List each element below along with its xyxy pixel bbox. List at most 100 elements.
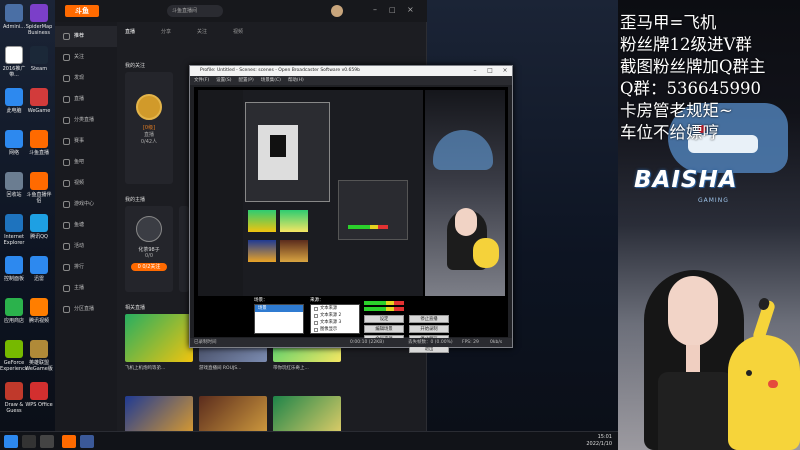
desktop-icon[interactable]: GeForce Experience xyxy=(0,338,28,384)
sidebar-item[interactable]: 鱼吧 xyxy=(55,152,117,173)
source-item[interactable]: 图像显示 xyxy=(311,326,359,333)
overlay-line: Q群：536645990 xyxy=(620,79,762,98)
desktop-icon[interactable]: 迅雷 xyxy=(25,254,53,300)
anchor-card[interactable]: [0级] 直播 0/42人 xyxy=(125,72,173,184)
minimize-icon[interactable]: – xyxy=(373,5,383,15)
sidebar-item[interactable]: 分区直播 xyxy=(55,299,117,320)
app-icon xyxy=(30,172,48,190)
obs-statusbar: 已录制时间 0:00:10 (22KB) 丢失帧数：0 (0.00%) FPS:… xyxy=(190,338,512,347)
taskbar-douyu[interactable] xyxy=(62,435,76,448)
menu-item[interactable]: 文件(F) xyxy=(194,76,209,85)
desktop-icon-label: WPS Office xyxy=(25,402,53,408)
tab[interactable]: 直播 xyxy=(125,28,135,35)
source-checkbox[interactable] xyxy=(314,306,318,311)
sidebar-item-label: 鱼塘 xyxy=(74,222,85,228)
nav-icon xyxy=(63,75,70,82)
app-icon xyxy=(5,382,23,400)
tab[interactable]: 视频 xyxy=(233,28,243,35)
desktop-icon[interactable]: 控制面板 xyxy=(0,254,28,300)
menu-item[interactable]: 设置(S) xyxy=(216,76,231,85)
source-checkbox[interactable] xyxy=(314,327,318,332)
desktop-icon[interactable]: 腾讯QQ xyxy=(25,212,53,258)
desktop-icon[interactable]: Draw & Guess xyxy=(0,380,28,426)
desktop-icon[interactable]: 斗鱼直播伴侣 xyxy=(25,170,53,216)
source-label: 文本来源 xyxy=(320,306,338,311)
audio-meter-mic xyxy=(364,301,404,305)
obs-button[interactable]: 设定 xyxy=(364,315,404,323)
nav-icon xyxy=(63,159,70,166)
nav-icon xyxy=(63,138,70,145)
desktop-icon[interactable]: 网络 xyxy=(0,128,28,174)
taskbar: 15:01 2022/1/10 xyxy=(0,431,618,450)
obs-button[interactable]: 停止直播 xyxy=(409,315,449,323)
maximize-icon[interactable]: □ xyxy=(483,66,497,76)
sidebar-item[interactable]: 关注 xyxy=(55,47,117,68)
scenes-list[interactable]: 场景 xyxy=(254,304,304,334)
sidebar-item-label: 主播 xyxy=(74,285,85,291)
close-icon[interactable]: × xyxy=(498,66,512,76)
app-icon xyxy=(5,130,23,148)
maximize-icon[interactable]: □ xyxy=(389,5,399,15)
source-item[interactable]: 文本来源 3 xyxy=(311,319,359,326)
avatar[interactable] xyxy=(331,5,343,17)
start-button[interactable] xyxy=(4,435,18,448)
dropped-frames: 丢失帧数：0 (0.00%) xyxy=(408,340,453,345)
sidebar-item-label: 关注 xyxy=(74,54,85,60)
menu-item[interactable]: 场景集(C) xyxy=(261,76,281,85)
tab[interactable]: 关注 xyxy=(197,28,207,35)
sidebar-item-label: 鱼吧 xyxy=(74,159,85,165)
desktop-icon[interactable]: 此电脑 xyxy=(0,86,28,132)
desktop-icon[interactable]: 回收站 xyxy=(0,170,28,216)
sidebar-item[interactable]: 活动 xyxy=(55,236,117,257)
obs-button[interactable]: 编辑场景 xyxy=(364,325,404,333)
desktop-icon[interactable]: WeGame xyxy=(25,86,53,132)
desktop-icon[interactable]: SpiderMap Business xyxy=(25,2,53,48)
desktop-icon[interactable]: 应用商店 xyxy=(0,296,28,342)
sidebar-item[interactable]: 发现 xyxy=(55,68,117,89)
obs-window: Profile: Untitled - Scenes: scenes - Ope… xyxy=(189,65,513,353)
desktop-icon[interactable]: 腾讯视频 xyxy=(25,296,53,342)
source-item[interactable]: 文本来源 xyxy=(311,305,359,312)
close-icon[interactable]: × xyxy=(407,5,417,15)
scene-item[interactable]: 场景 xyxy=(255,305,303,312)
sidebar-item[interactable]: 视频 xyxy=(55,173,117,194)
follow-button[interactable]: 0 0/2关注 xyxy=(131,263,167,271)
desktop-icon[interactable]: 英雄联盟WeGame版 xyxy=(25,338,53,384)
menu-item[interactable]: 配置(P) xyxy=(238,76,253,85)
sources-label: 来源： xyxy=(310,298,324,303)
desktop-icon[interactable]: Admini... xyxy=(0,2,28,48)
nav-icon xyxy=(63,264,70,271)
stream-thumbnail[interactable]: 飞机上机炮鸣等弟... xyxy=(125,314,193,371)
sidebar-item[interactable]: 主播 xyxy=(55,278,117,299)
desktop-icon[interactable]: Steam xyxy=(25,44,53,90)
sidebar-item[interactable]: 分类直播 xyxy=(55,110,117,131)
sidebar-item[interactable]: 排行 xyxy=(55,257,117,278)
sidebar-item[interactable]: 鱼塘 xyxy=(55,215,117,236)
nav-icon xyxy=(63,54,70,61)
desktop-icon[interactable]: Internet Explorer xyxy=(0,212,28,258)
sidebar-item[interactable]: 直播 xyxy=(55,89,117,110)
desktop-icon[interactable]: WPS Office xyxy=(25,380,53,426)
taskbar-app[interactable] xyxy=(22,435,36,448)
sidebar-item[interactable]: 赛事 xyxy=(55,131,117,152)
source-item[interactable]: 游戏源 xyxy=(311,333,359,334)
sidebar-item-label: 推荐 xyxy=(74,33,85,39)
fan-card[interactable]: 化茶98子 0/0 0 0/2关注 xyxy=(125,206,173,292)
desktop-icon[interactable]: 斗鱼直播 xyxy=(25,128,53,174)
desktop-icon[interactable]: 2016推广带... xyxy=(0,44,28,90)
source-checkbox[interactable] xyxy=(314,320,318,325)
taskbar-obs[interactable] xyxy=(80,435,94,448)
tab[interactable]: 分享 xyxy=(161,28,171,35)
sources-list[interactable]: 文本来源文本来源 2文本来源 3图像显示游戏源摄像头窗口显示器 xyxy=(310,304,360,334)
minimize-icon[interactable]: – xyxy=(468,66,482,76)
obs-button[interactable]: 开始录制 xyxy=(409,325,449,333)
sidebar-item[interactable]: 推荐 xyxy=(55,26,117,47)
source-checkbox[interactable] xyxy=(314,313,318,318)
taskbar-app[interactable] xyxy=(40,435,54,448)
menu-item[interactable]: 帮助(H) xyxy=(288,76,304,85)
search-input[interactable]: 斗鱼直播间 xyxy=(167,5,223,17)
nav-icon xyxy=(63,306,70,313)
status-label: 已录制时间 xyxy=(194,340,217,345)
source-item[interactable]: 文本来源 2 xyxy=(311,312,359,319)
sidebar-item[interactable]: 游戏中心 xyxy=(55,194,117,215)
